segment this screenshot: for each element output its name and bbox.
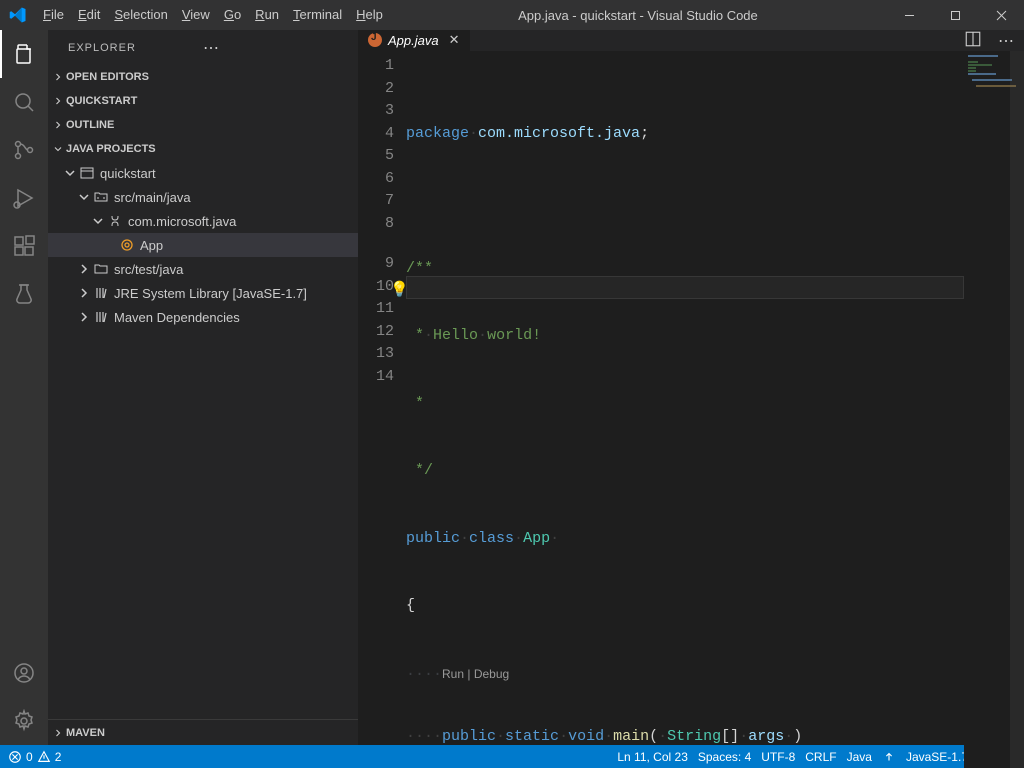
section-quickstart[interactable]: QUICKSTART bbox=[48, 89, 358, 113]
activity-run-debug[interactable] bbox=[0, 174, 48, 222]
java-file-icon bbox=[368, 33, 382, 47]
status-problems[interactable]: 0 2 bbox=[8, 750, 61, 764]
activity-explorer[interactable] bbox=[0, 30, 48, 78]
tree-package[interactable]: com.microsoft.java bbox=[48, 209, 358, 233]
tab-close-icon[interactable]: ✕ bbox=[449, 32, 460, 48]
window-controls bbox=[886, 0, 1024, 30]
tree-src-test[interactable]: src/test/java bbox=[48, 257, 358, 281]
menu-bar: File Edit Selection View Go Run Terminal… bbox=[36, 0, 390, 30]
activity-bar bbox=[0, 30, 48, 745]
activity-testing[interactable] bbox=[0, 270, 48, 318]
line-gutter: 1234567891011121314 💡 bbox=[358, 51, 406, 768]
activity-settings[interactable] bbox=[0, 697, 48, 745]
source-folder-icon bbox=[92, 189, 110, 205]
activity-search[interactable] bbox=[0, 78, 48, 126]
window-title: App.java - quickstart - Visual Studio Co… bbox=[390, 8, 886, 23]
tree-jre-library[interactable]: JRE System Library [JavaSE-1.7] bbox=[48, 281, 358, 305]
tree-class-app[interactable]: App bbox=[48, 233, 358, 257]
title-bar: File Edit Selection View Go Run Terminal… bbox=[0, 0, 1024, 30]
sidebar-more-icon[interactable]: ⋯ bbox=[203, 38, 338, 58]
minimize-button[interactable] bbox=[886, 0, 932, 30]
section-outline[interactable]: OUTLINE bbox=[48, 113, 358, 137]
library-icon bbox=[92, 309, 110, 325]
editor-area: App.java ✕ ⋯ src main java com microsoft… bbox=[358, 30, 1024, 745]
menu-file[interactable]: File bbox=[36, 0, 71, 30]
menu-selection[interactable]: Selection bbox=[107, 0, 174, 30]
class-icon bbox=[118, 237, 136, 253]
menu-go[interactable]: Go bbox=[217, 0, 248, 30]
sidebar-explorer: EXPLORER ⋯ OPEN EDITORS QUICKSTART OUTLI… bbox=[48, 30, 358, 745]
split-editor-icon[interactable] bbox=[964, 30, 982, 51]
java-projects-tree: quickstart src/main/java com.microsoft.j… bbox=[48, 161, 358, 329]
tree-maven-deps[interactable]: Maven Dependencies bbox=[48, 305, 358, 329]
tree-src-main[interactable]: src/main/java bbox=[48, 185, 358, 209]
menu-run[interactable]: Run bbox=[248, 0, 286, 30]
project-icon bbox=[78, 165, 96, 181]
vertical-scrollbar[interactable] bbox=[1010, 51, 1024, 768]
library-icon bbox=[92, 285, 110, 301]
editor-tabs: App.java ✕ ⋯ bbox=[358, 30, 1024, 51]
close-button[interactable] bbox=[978, 0, 1024, 30]
editor-more-icon[interactable]: ⋯ bbox=[998, 31, 1014, 51]
codelens-run-debug[interactable]: Run | Debug bbox=[442, 667, 509, 681]
tree-project[interactable]: quickstart bbox=[48, 161, 358, 185]
menu-help[interactable]: Help bbox=[349, 0, 390, 30]
activity-accounts[interactable] bbox=[0, 649, 48, 697]
tab-app-java[interactable]: App.java ✕ bbox=[358, 30, 470, 51]
maximize-button[interactable] bbox=[932, 0, 978, 30]
menu-edit[interactable]: Edit bbox=[71, 0, 107, 30]
section-java-projects[interactable]: JAVA PROJECTS bbox=[48, 137, 358, 161]
package-icon bbox=[106, 213, 124, 229]
menu-terminal[interactable]: Terminal bbox=[286, 0, 349, 30]
activity-source-control[interactable] bbox=[0, 126, 48, 174]
section-open-editors[interactable]: OPEN EDITORS bbox=[48, 65, 358, 89]
code-editor[interactable]: 1234567891011121314 💡 package·com.micros… bbox=[358, 51, 1024, 768]
activity-extensions[interactable] bbox=[0, 222, 48, 270]
source-folder-icon bbox=[92, 261, 110, 277]
sidebar-title: EXPLORER ⋯ bbox=[48, 30, 358, 65]
vscode-logo bbox=[0, 6, 36, 24]
menu-view[interactable]: View bbox=[175, 0, 217, 30]
section-maven[interactable]: MAVEN bbox=[48, 719, 358, 745]
